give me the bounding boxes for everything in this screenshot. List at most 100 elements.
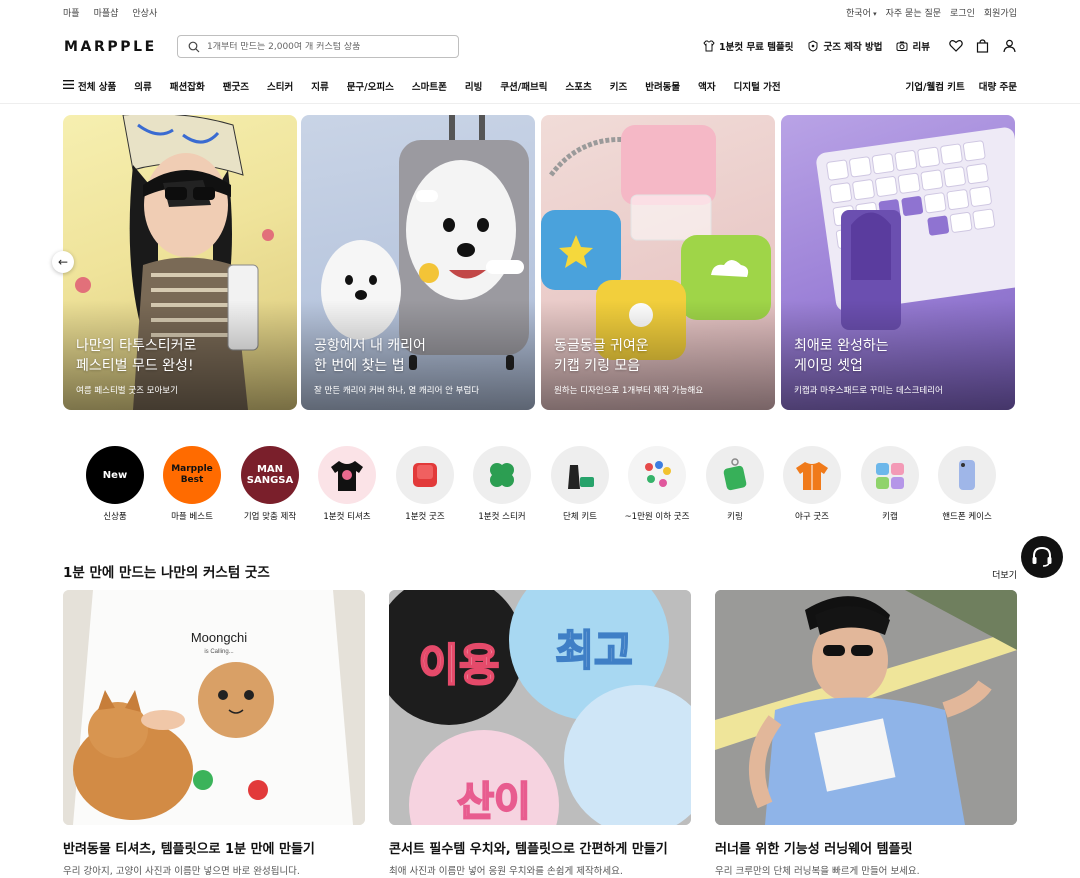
banner-gaming[interactable]: 최애로 완성하는 게이밍 셋업 키캡과 마우스패드로 꾸미는 데스크테리어 bbox=[781, 115, 1015, 410]
uchiwa-bottom-text: 산이 bbox=[457, 779, 531, 825]
top-link-signup[interactable]: 회원가입 bbox=[984, 6, 1017, 19]
hamburger-menu-icon bbox=[63, 80, 74, 92]
category-sticker[interactable]: 1분컷 스티커 bbox=[472, 446, 532, 522]
banner-carousel: 나만의 타투스티커로 페스티벌 무드 완성! 여름 페스티벌 굿즈 모아보기 공… bbox=[63, 115, 1017, 410]
card-uchiwa-title: 콘서트 필수템 우치와, 템플릿으로 간편하게 만들기 bbox=[389, 842, 668, 857]
nav-bulk-order[interactable]: 대량 주문 bbox=[979, 79, 1017, 93]
uchiwa-right-text: 최고 bbox=[555, 626, 632, 675]
tshirt-print-name: Moongchi bbox=[191, 630, 247, 645]
nav-item-cushion-fabric[interactable]: 쿠션/패브릭 bbox=[500, 79, 547, 93]
running-wear-image bbox=[715, 590, 1017, 825]
banner-festival-title: 나만의 타투스티커로 페스티벌 무드 완성! bbox=[76, 338, 197, 374]
best-badge: Marpple Best bbox=[163, 446, 221, 504]
top-link-faq[interactable]: 자주 묻는 질문 bbox=[886, 6, 941, 19]
nav-all-label: 전체 상품 bbox=[78, 82, 117, 93]
nav-item-fan-goods[interactable]: 팬굿즈 bbox=[223, 79, 249, 93]
customer-support-button[interactable] bbox=[1021, 536, 1063, 578]
nav-item-smartphone[interactable]: 스마트폰 bbox=[412, 79, 447, 93]
category-tshirt[interactable]: 1분컷 티셔츠 bbox=[317, 446, 377, 522]
badge-icon bbox=[805, 38, 820, 53]
guide-link-label: 굿즈 제작 방법 bbox=[823, 41, 883, 53]
template-link[interactable]: 1분컷 무료 템플릿 bbox=[701, 38, 793, 53]
camera-icon bbox=[895, 38, 910, 53]
category-goods[interactable]: 1분컷 굿즈 bbox=[395, 446, 455, 522]
wishlist-heart-icon[interactable] bbox=[948, 38, 963, 53]
banner-festival[interactable]: 나만의 타투스티커로 페스티벌 무드 완성! 여름 페스티벌 굿즈 모아보기 bbox=[63, 115, 297, 410]
category-nav: 전체 상품 의류 패션잡화 팬굿즈 스티커 지류 문구/오피스 스마트폰 리빙 … bbox=[0, 76, 1080, 96]
nav-item-paper[interactable]: 지류 bbox=[311, 79, 328, 93]
user-profile-icon[interactable] bbox=[1002, 38, 1017, 53]
card-uchiwa-desc: 최애 사진과 이름만 넣어 응원 우치와를 손쉽게 제작하세요. bbox=[389, 866, 623, 877]
language-selector[interactable]: 한국어 bbox=[846, 6, 877, 19]
search-input[interactable] bbox=[207, 41, 447, 52]
shirt-icon bbox=[701, 38, 716, 53]
banner-festival-subtitle: 여름 페스티벌 굿즈 모아보기 bbox=[76, 386, 178, 396]
mansangsa-badge: MAN SANGSA bbox=[241, 446, 299, 504]
card-pet-title: 반려동물 티셔츠, 템플릿으로 1분 만에 만들기 bbox=[63, 842, 315, 857]
product-card-uchiwa[interactable]: 이용 최고 산이 콘서트 필수템 우치와, 템플릿으로 간편하게 만들기 최애 … bbox=[389, 590, 691, 877]
nav-item-fashion-accessories[interactable]: 패션잡화 bbox=[170, 79, 205, 93]
nav-all-products[interactable]: 전체 상품 bbox=[63, 79, 116, 93]
category-baseball[interactable]: 야구 굿즈 bbox=[782, 446, 842, 522]
baseball-jersey-icon bbox=[796, 462, 828, 490]
nav-item-stationery[interactable]: 문구/오피스 bbox=[347, 79, 394, 93]
template-link-label: 1분컷 무료 템플릿 bbox=[719, 41, 794, 53]
category-best[interactable]: Marpple Best 마플 베스트 bbox=[162, 446, 222, 522]
site-logo[interactable]: MARPPLE bbox=[64, 39, 157, 55]
nav-item-clothing[interactable]: 의류 bbox=[134, 79, 151, 93]
top-utility-bar: 마플 마플샵 안상사 한국어 자주 묻는 질문 로그인 회원가입 bbox=[0, 0, 1080, 22]
banner-gaming-subtitle: 키캡과 마우스패드로 꾸미는 데스크테리어 bbox=[794, 386, 943, 396]
keyring-icon bbox=[723, 458, 747, 491]
category-keycap[interactable]: 키캡 bbox=[860, 446, 920, 522]
category-shortcuts: New 신상품 Marpple Best 마플 베스트 MAN SANGSA 기… bbox=[85, 446, 997, 526]
tshirt-icon bbox=[331, 461, 363, 491]
banner-keycap[interactable]: 동글동글 귀여운 키캡 키링 모음 원하는 디자인으로 1개부터 제작 가능해요 bbox=[541, 115, 775, 410]
category-keyring[interactable]: 키링 bbox=[705, 446, 765, 522]
section-title: 1분 만에 만드는 나만의 커스텀 굿즈 bbox=[63, 565, 270, 581]
top-link-marpple[interactable]: 마플 bbox=[63, 6, 80, 19]
nav-item-frame[interactable]: 액자 bbox=[698, 79, 715, 93]
nav-item-digital[interactable]: 디지털 가전 bbox=[734, 79, 781, 93]
nav-item-sticker[interactable]: 스티커 bbox=[267, 79, 293, 93]
red-keycap-icon bbox=[413, 463, 437, 487]
top-link-marpple-shop[interactable]: 마플샵 bbox=[94, 6, 119, 19]
product-card-pet-tshirt[interactable]: Moongchi is Calling... 반려동물 티셔츠, 템플릿으로 1… bbox=[63, 590, 365, 877]
cart-bag-icon[interactable] bbox=[975, 38, 990, 53]
category-corporate[interactable]: MAN SANGSA 기업 맞춤 제작 bbox=[240, 446, 300, 522]
guide-link[interactable]: 굿즈 제작 방법 bbox=[805, 38, 883, 53]
category-new[interactable]: New 신상품 bbox=[85, 446, 145, 522]
section-more-link[interactable]: 더보기 bbox=[992, 568, 1017, 581]
card-pet-desc: 우리 강아지, 고양이 사진과 이름만 넣으면 바로 완성됩니다. bbox=[63, 866, 300, 877]
bag-kit-icon bbox=[568, 465, 594, 489]
uchiwa-left-text: 이용 bbox=[419, 640, 500, 691]
nav-item-pets[interactable]: 반려동물 bbox=[645, 79, 680, 93]
carousel-prev-arrow-icon[interactable]: ← bbox=[52, 251, 74, 273]
header-divider bbox=[0, 103, 1080, 104]
main-header: MARPPLE 1분컷 무료 템플릿 굿즈 제작 방법 리뷰 bbox=[0, 30, 1080, 64]
nav-item-kids[interactable]: 키즈 bbox=[610, 79, 627, 93]
category-phone-case-label: 핸드폰 케이스 bbox=[942, 512, 992, 522]
banner-gaming-title: 최애로 완성하는 게이밍 셋업 bbox=[794, 338, 889, 374]
review-link-label: 리뷰 bbox=[912, 41, 930, 53]
category-phone-case[interactable]: 핸드폰 케이스 bbox=[937, 446, 997, 522]
banner-keycap-title: 동글동글 귀여운 키캡 키링 모음 bbox=[554, 338, 649, 374]
top-link-ansangsa[interactable]: 안상사 bbox=[132, 6, 157, 19]
new-badge: New bbox=[86, 446, 144, 504]
review-link[interactable]: 리뷰 bbox=[895, 38, 930, 53]
search-icon bbox=[186, 39, 201, 54]
search-box[interactable] bbox=[177, 35, 459, 58]
card-running-desc: 우리 크루만의 단체 러닝복을 빠르게 만들어 보세요. bbox=[715, 866, 920, 877]
top-link-login[interactable]: 로그인 bbox=[950, 6, 975, 19]
phone-case-icon bbox=[959, 460, 975, 490]
product-card-running[interactable]: 러너를 위한 기능성 러닝웨어 템플릿 우리 크루만의 단체 러닝복을 빠르게 … bbox=[715, 590, 1017, 877]
headset-icon bbox=[1032, 546, 1052, 567]
nav-item-sports[interactable]: 스포츠 bbox=[565, 79, 591, 93]
tshirt-print-sub: is Calling... bbox=[204, 649, 234, 655]
banner-luggage-subtitle: 잘 만든 캐리어 커버 하나, 열 캐리어 안 부럽다 bbox=[314, 386, 480, 396]
nav-item-living[interactable]: 리빙 bbox=[465, 79, 482, 93]
category-under-10000[interactable]: ~1만원 이하 굿즈 bbox=[625, 446, 689, 522]
category-group-kit[interactable]: 단체 키트 bbox=[550, 446, 610, 522]
banner-luggage[interactable]: 공항에서 내 캐리어 한 번에 찾는 법 잘 만든 캐리어 커버 하나, 열 캐… bbox=[301, 115, 535, 410]
nav-corporate-kit[interactable]: 기업/웰컴 키트 bbox=[906, 79, 965, 93]
clover-sticker-icon bbox=[490, 463, 514, 487]
